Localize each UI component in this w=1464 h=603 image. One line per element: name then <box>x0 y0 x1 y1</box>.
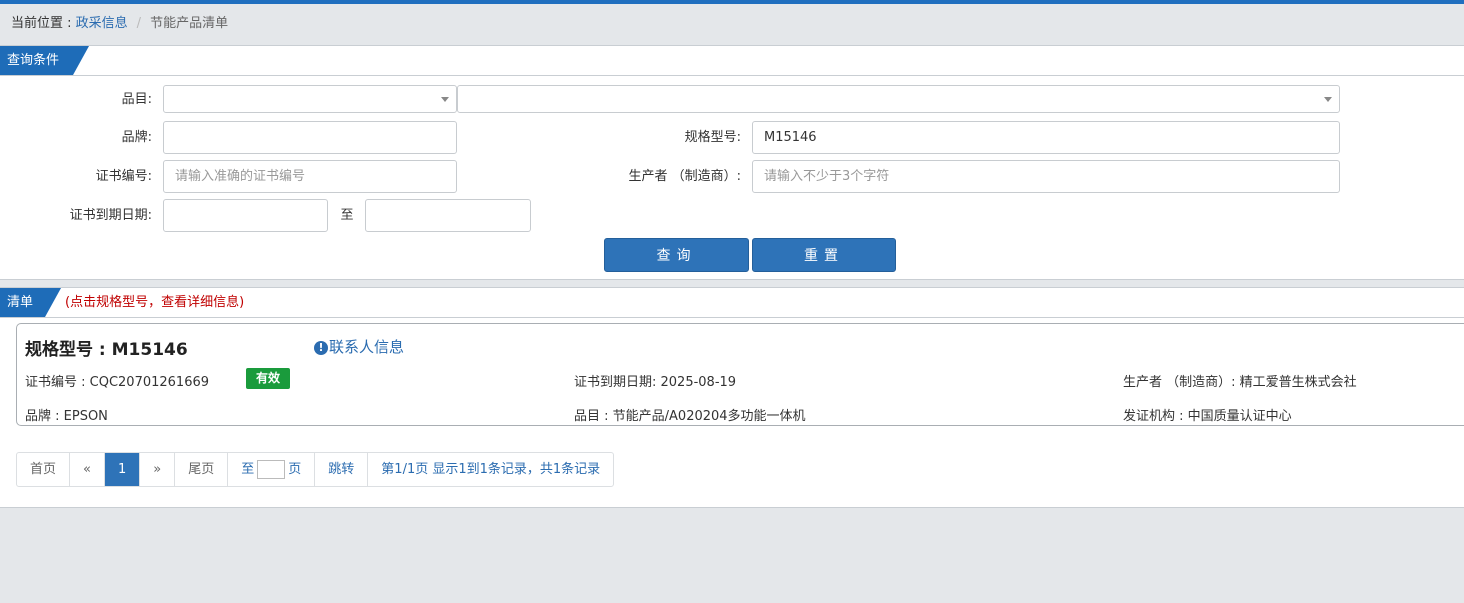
breadcrumb-separator: / <box>136 16 142 31</box>
brand-field: 品牌 : EPSON <box>25 409 108 424</box>
contact-info-link[interactable]: ! 联系人信息 <box>314 336 404 357</box>
category-label: 品目: <box>121 92 152 107</box>
list-panel-header: 清单 (点击规格型号，查看详细信息) <box>0 288 1464 318</box>
jump-button[interactable]: 跳转 <box>314 453 367 486</box>
goto-page-input[interactable] <box>257 460 286 479</box>
cert-no-label: 证书编号: <box>95 169 152 184</box>
list-panel-title: 清单 <box>0 288 61 317</box>
pagination: 首页 « 1 » 尾页 至页 跳转 第1/1页 显示1到1条记录，共1条记录 <box>16 452 615 487</box>
goto-page-group: 至页 <box>227 453 314 486</box>
goto-suffix: 页 <box>288 462 302 477</box>
breadcrumb: 当前位置 : 政采信息 / 节能产品清单 <box>11 12 228 31</box>
breadcrumb-prefix: 当前位置 : <box>11 16 76 31</box>
query-panel-header: 查询条件 <box>0 46 1464 76</box>
page-1-button[interactable]: 1 <box>103 453 140 486</box>
model-input[interactable] <box>752 121 1340 154</box>
reset-button[interactable]: 重置 <box>752 238 896 272</box>
product-record-card: 规格型号 : M15146 ! 联系人信息 证书编号 : CQC207012616… <box>16 323 1464 426</box>
query-panel-title: 查询条件 <box>0 46 89 75</box>
search-button[interactable]: 查询 <box>604 238 749 272</box>
model-title-link[interactable]: 规格型号 : M15146 <box>25 335 188 360</box>
status-badge: 有效 <box>246 368 291 389</box>
info-circle-icon: ! <box>314 341 328 355</box>
model-label: 规格型号: <box>684 130 741 145</box>
breadcrumb-link-procurement-info[interactable]: 政采信息 <box>76 16 128 31</box>
brand-input[interactable] <box>163 121 457 154</box>
cert-no-input[interactable] <box>163 160 457 193</box>
query-panel: 查询条件 品目: 品牌: 规格型号: 证书编号: 生产者 （制造商）: 证书到期… <box>0 45 1464 280</box>
chevron-down-icon <box>441 97 449 102</box>
contact-info-label: 联系人信息 <box>329 338 405 356</box>
expiry-to-input[interactable] <box>365 199 531 232</box>
expiry-field: 证书到期日期: 2025-08-19 <box>574 375 737 390</box>
category-field: 品目 : 节能产品/A020204多功能一体机 <box>574 409 806 424</box>
goto-prefix: 至 <box>241 462 255 477</box>
next-page-button[interactable]: » <box>139 453 174 486</box>
expiry-from-input[interactable] <box>163 199 328 232</box>
top-accent-bar <box>0 0 1464 4</box>
page-info: 第1/1页 显示1到1条记录，共1条记录 <box>367 453 613 486</box>
list-panel: 清单 (点击规格型号，查看详细信息) 规格型号 : M15146 ! 联系人信息 … <box>0 287 1464 508</box>
producer-label: 生产者 （制造商）: <box>628 169 741 184</box>
prev-page-button[interactable]: « <box>69 453 104 486</box>
brand-label: 品牌: <box>121 130 152 145</box>
expiry-to-separator: 至 <box>340 208 354 223</box>
issuer-field: 发证机构 : 中国质量认证中心 <box>1123 409 1292 424</box>
list-panel-note: (点击规格型号，查看详细信息) <box>65 295 245 310</box>
cert-no-field: 证书编号 : CQC20701261669 <box>25 375 210 390</box>
category-primary-select[interactable] <box>163 85 457 113</box>
breadcrumb-current: 节能产品清单 <box>150 16 229 31</box>
last-page-button[interactable]: 尾页 <box>174 453 227 486</box>
chevron-down-icon <box>1324 97 1332 102</box>
producer-field: 生产者 （制造商）: 精工爱普生株式会社 <box>1123 375 1357 390</box>
producer-input[interactable] <box>752 160 1340 193</box>
expiry-label: 证书到期日期: <box>69 208 152 223</box>
first-page-button[interactable]: 首页 <box>17 453 69 486</box>
category-secondary-select[interactable] <box>457 85 1340 113</box>
